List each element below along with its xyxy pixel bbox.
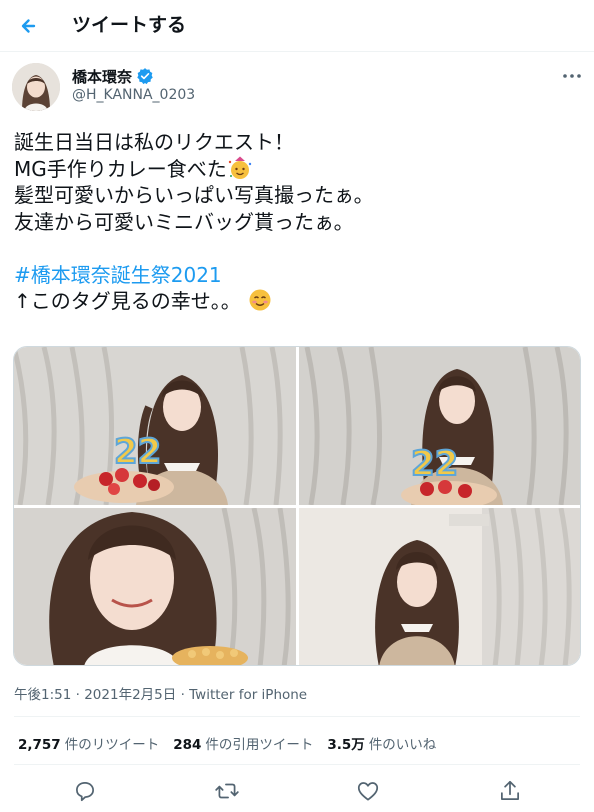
meta-separator: · <box>180 687 185 703</box>
verified-badge-icon <box>137 68 153 85</box>
reply-button[interactable] <box>72 778 98 804</box>
photo-2[interactable]: 22 <box>299 347 580 505</box>
tweet-source[interactable]: Twitter for iPhone <box>189 687 307 703</box>
tweet-line: #橋本環奈誕生祭2021 <box>14 262 584 289</box>
author-name-row: 橋本環奈 <box>72 66 154 86</box>
media-grid: 22 22 <box>13 346 581 666</box>
tweet-line: 誕生日当日は私のリクエスト！ <box>14 130 294 154</box>
retweet-count[interactable]: 2,757 件のリツイート <box>18 733 159 753</box>
back-button[interactable] <box>14 10 46 42</box>
avatar[interactable] <box>12 63 60 111</box>
engagement-stats: 2,757 件のリツイート 284 件の引用ツイート 3.5万 件のいいね <box>18 733 436 753</box>
like-button[interactable] <box>355 778 381 804</box>
quote-tweet-count[interactable]: 284 件の引用ツイート <box>173 733 313 753</box>
meta-separator: · <box>75 687 80 703</box>
more-options-button[interactable] <box>560 66 584 86</box>
svg-text:22: 22 <box>411 444 458 484</box>
retweet-button[interactable] <box>214 778 240 804</box>
party-face-emoji-icon <box>228 156 251 179</box>
hashtag-link[interactable]: #橋本環奈誕生祭2021 <box>14 263 222 287</box>
photo-4[interactable] <box>299 508 580 665</box>
author-handle[interactable]: @H_KANNA_0203 <box>72 87 195 103</box>
retweet-icon <box>215 783 239 799</box>
tweet-line: MG手作りカレー食べた <box>14 156 584 183</box>
page-title: ツイートする <box>72 14 187 36</box>
photo-1[interactable]: 22 <box>14 347 296 505</box>
divider <box>14 764 580 765</box>
tweet-time[interactable]: 午後1:51 <box>14 687 71 703</box>
svg-text:22: 22 <box>114 432 161 472</box>
share-button[interactable] <box>497 778 523 804</box>
reply-icon <box>76 782 94 802</box>
action-bar <box>0 774 594 808</box>
photo-3[interactable] <box>14 508 296 665</box>
tweet-date[interactable]: 2021年2月5日 <box>84 687 176 703</box>
top-bar: ツイートする <box>0 0 594 52</box>
author-name[interactable]: 橋本環奈 <box>72 66 132 87</box>
smiling-face-emoji-icon <box>249 289 271 311</box>
like-count[interactable]: 3.5万 件のいいね <box>327 733 436 753</box>
arrow-left-icon <box>21 19 36 33</box>
tweet-meta: 午後1:51 · 2021年2月5日 · Twitter for iPhone <box>14 683 307 703</box>
divider <box>14 716 580 717</box>
tweet-text: 誕生日当日は私のリクエスト！ MG手作りカレー食べた 髪型可愛いからいっぱい写真… <box>14 129 584 315</box>
tweet-line: 髪型可愛いからいっぱい写真撮ったぁ。 <box>14 183 374 207</box>
share-icon <box>501 780 519 800</box>
tweet-line: 友達から可愛いミニバッグ貰ったぁ。 <box>14 209 354 234</box>
like-icon <box>357 782 379 801</box>
more-horizontal-icon <box>563 74 581 78</box>
tweet-line: ↑このタグ見るの幸せ。。 <box>14 288 584 315</box>
